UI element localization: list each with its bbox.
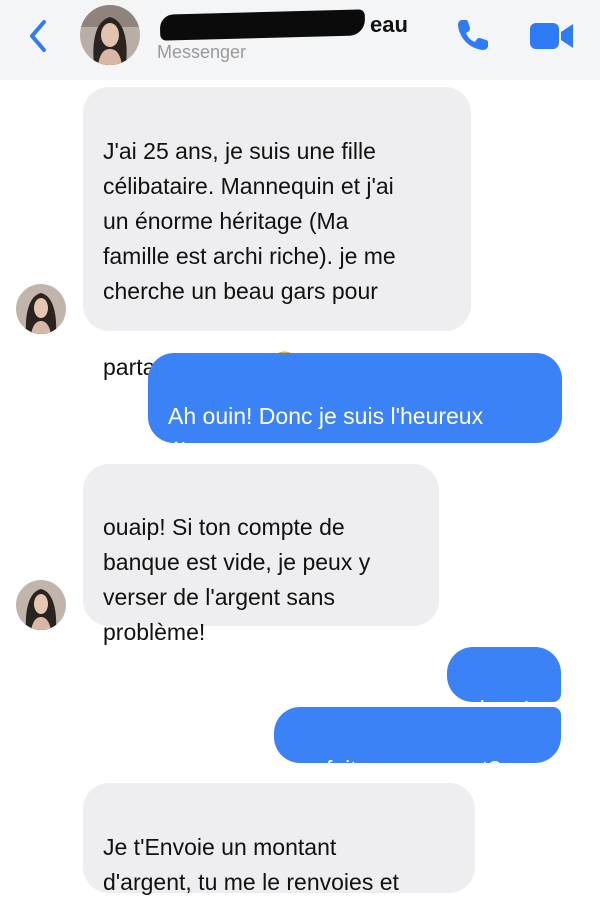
message-bubble-incoming[interactable]: J'ai 25 ans, je suis une fille célibatai… [83, 87, 471, 380]
back-chevron-icon [30, 20, 46, 52]
audio-call-button[interactable] [453, 15, 493, 55]
subtitle-messenger: Messenger [157, 42, 247, 62]
message-text: Ah ouin! Donc je suis l'heureux élu? [168, 403, 484, 464]
chat-header: eau Messenger [0, 0, 600, 80]
message-bubble-outgoing[interactable]: ok go! [447, 647, 561, 722]
contact-avatar[interactable] [80, 5, 140, 65]
message-bubble-incoming[interactable]: Je t'Envoie un montant d'argent, tu me l… [83, 783, 475, 895]
message-bubble-outgoing[interactable]: on fait ça comment? [274, 707, 561, 782]
message-text: J'ai 25 ans, je suis une fille célibatai… [103, 138, 396, 304]
message-text: ouaip! Si ton compte de banque est vide,… [103, 514, 371, 645]
message-text: Je t'Envoie un montant d'argent, tu me l… [103, 834, 399, 895]
video-camera-icon [530, 23, 573, 49]
phone-icon [458, 20, 488, 50]
message-bubble-outgoing[interactable]: Ah ouin! Donc je suis l'heureux élu? [148, 353, 562, 464]
video-call-button[interactable] [527, 18, 577, 54]
contact-name-redacted [159, 9, 366, 41]
contact-name: eau [370, 12, 408, 37]
message-bubble-incoming[interactable]: ouaip! Si ton compte de banque est vide,… [83, 464, 439, 645]
back-button[interactable] [22, 14, 62, 58]
sender-avatar[interactable] [16, 284, 66, 334]
message-text: on fait ça comment? [294, 756, 502, 782]
sender-avatar[interactable] [16, 580, 66, 630]
